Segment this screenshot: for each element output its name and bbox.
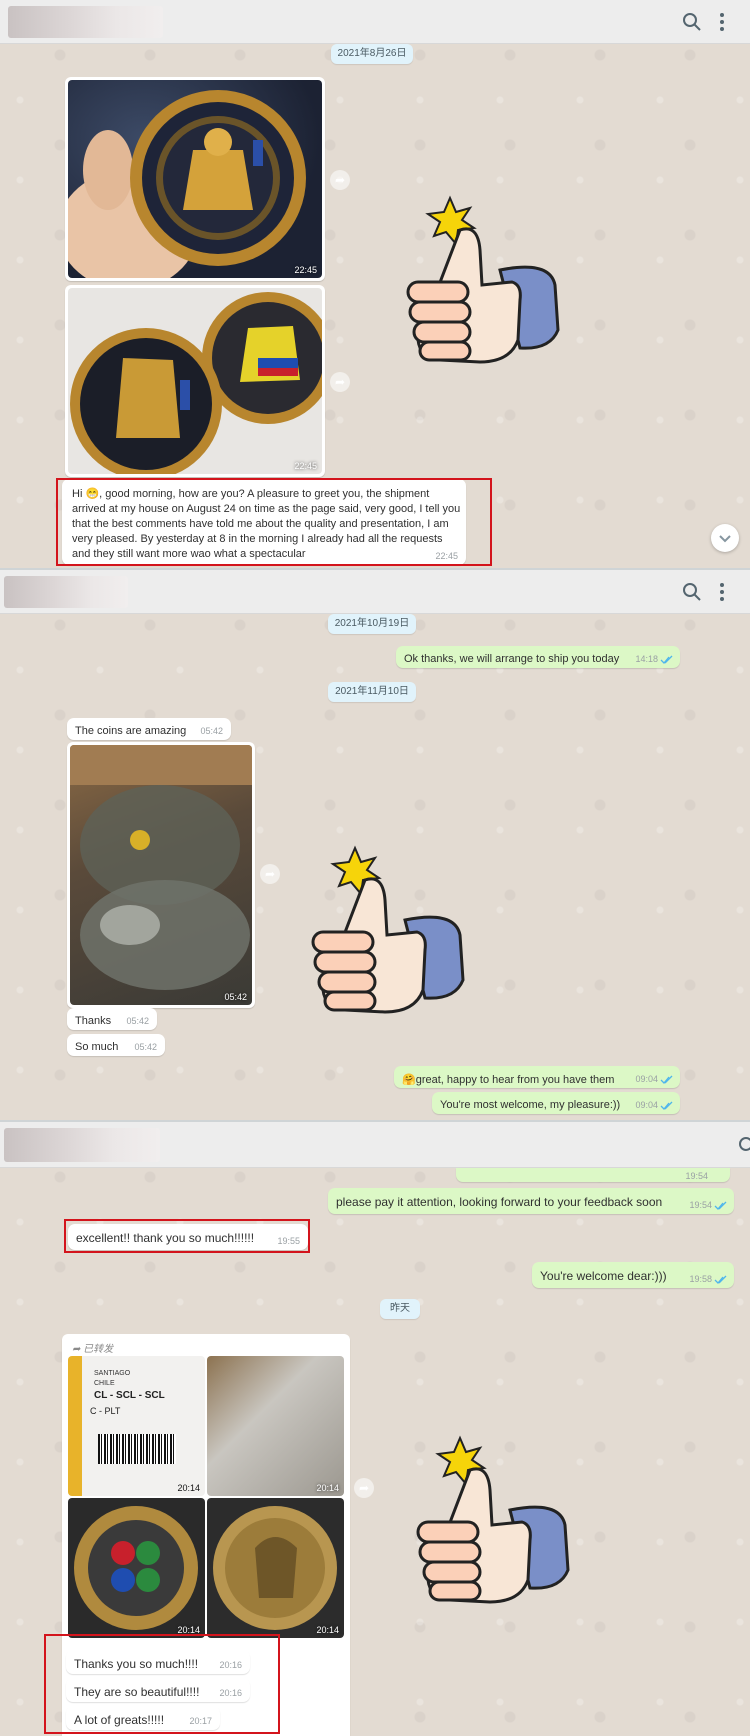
chat-header bbox=[0, 570, 750, 614]
date-divider: 2021年8月26日 bbox=[331, 44, 413, 64]
date-divider: 2021年11月10日 bbox=[328, 682, 416, 702]
image-message[interactable]: 22:45 bbox=[65, 77, 325, 281]
outgoing-message[interactable]: You're most welcome, my pleasure:)) 09:0… bbox=[432, 1092, 680, 1114]
forward-icon[interactable]: ➦ bbox=[354, 1478, 374, 1498]
chat-header bbox=[0, 0, 750, 44]
menu-icon[interactable] bbox=[710, 10, 734, 34]
chat-header bbox=[0, 1122, 750, 1168]
forward-arrow-icon: ➦ bbox=[72, 1344, 84, 1355]
read-ticks-icon bbox=[714, 1201, 727, 1210]
contact-avatar-blurred[interactable] bbox=[4, 1128, 160, 1162]
forward-icon[interactable]: ➦ bbox=[330, 170, 350, 190]
album-image[interactable]: 20:14 bbox=[207, 1498, 344, 1638]
highlight-box bbox=[56, 478, 492, 566]
read-ticks-icon bbox=[660, 655, 673, 664]
coin-photo bbox=[68, 90, 306, 278]
search-icon[interactable] bbox=[736, 1134, 750, 1158]
chat-panel-3: 19:54 please pay it attention, looking f… bbox=[0, 1122, 750, 1736]
image-message[interactable]: 22:45 bbox=[65, 285, 325, 477]
menu-icon[interactable] bbox=[710, 580, 734, 604]
search-icon[interactable] bbox=[680, 580, 704, 604]
search-icon[interactable] bbox=[680, 10, 704, 34]
highlight-box bbox=[44, 1634, 280, 1734]
read-ticks-icon bbox=[660, 1075, 673, 1084]
chat-panel-1: 2021年8月26日 22:45 ➦ 22:45 ➦ 22:45 Hi 😁, g… bbox=[0, 0, 750, 568]
date-divider: 2021年10月19日 bbox=[328, 614, 416, 634]
coins-photo bbox=[70, 292, 322, 474]
forwarded-label: ➦ 已转发 bbox=[72, 1344, 114, 1355]
chevron-down-icon bbox=[719, 535, 731, 543]
coin-photo bbox=[74, 1506, 198, 1630]
highlight-box bbox=[64, 1219, 310, 1253]
thumbs-up-sticker bbox=[416, 1435, 570, 1604]
forward-icon[interactable]: ➦ bbox=[330, 372, 350, 392]
forward-icon[interactable]: ➦ bbox=[260, 864, 280, 884]
contact-avatar-blurred[interactable] bbox=[8, 6, 163, 38]
outgoing-message[interactable]: You're welcome dear:))) 19:58 bbox=[532, 1262, 734, 1288]
thumbs-up-sticker bbox=[406, 195, 560, 364]
incoming-message[interactable]: So much 05:42 bbox=[67, 1034, 165, 1056]
scroll-down-button[interactable] bbox=[711, 524, 739, 552]
chat-panel-2: 2021年10月19日 Ok thanks, we will arrange t… bbox=[0, 570, 750, 1120]
barcode bbox=[98, 1434, 176, 1464]
album-image[interactable]: 20:14 bbox=[68, 1498, 205, 1638]
incoming-message[interactable]: The coins are amazing 05:42 bbox=[67, 718, 231, 740]
contact-avatar-blurred[interactable] bbox=[4, 576, 128, 608]
outgoing-message[interactable]: please pay it attention, looking forward… bbox=[328, 1188, 734, 1214]
package-photo bbox=[70, 745, 252, 990]
outgoing-message-partial[interactable]: 19:54 bbox=[456, 1168, 730, 1182]
image-message[interactable]: 05:42 bbox=[67, 742, 255, 1008]
outgoing-message[interactable]: 🤗great, happy to hear from you have them… bbox=[394, 1066, 680, 1088]
album-image[interactable]: 20:14 bbox=[207, 1356, 344, 1496]
thumbs-up-sticker bbox=[311, 845, 465, 1014]
read-ticks-icon bbox=[660, 1101, 673, 1110]
date-divider: 昨天 bbox=[380, 1299, 420, 1319]
outgoing-message[interactable]: Ok thanks, we will arrange to ship you t… bbox=[396, 646, 680, 668]
coin-photo bbox=[213, 1506, 337, 1630]
album-image[interactable]: SANTIAGO CHILE CL - SCL - SCL C - PLT 20… bbox=[68, 1356, 205, 1496]
incoming-message[interactable]: Thanks 05:42 bbox=[67, 1008, 157, 1030]
read-ticks-icon bbox=[714, 1275, 727, 1284]
